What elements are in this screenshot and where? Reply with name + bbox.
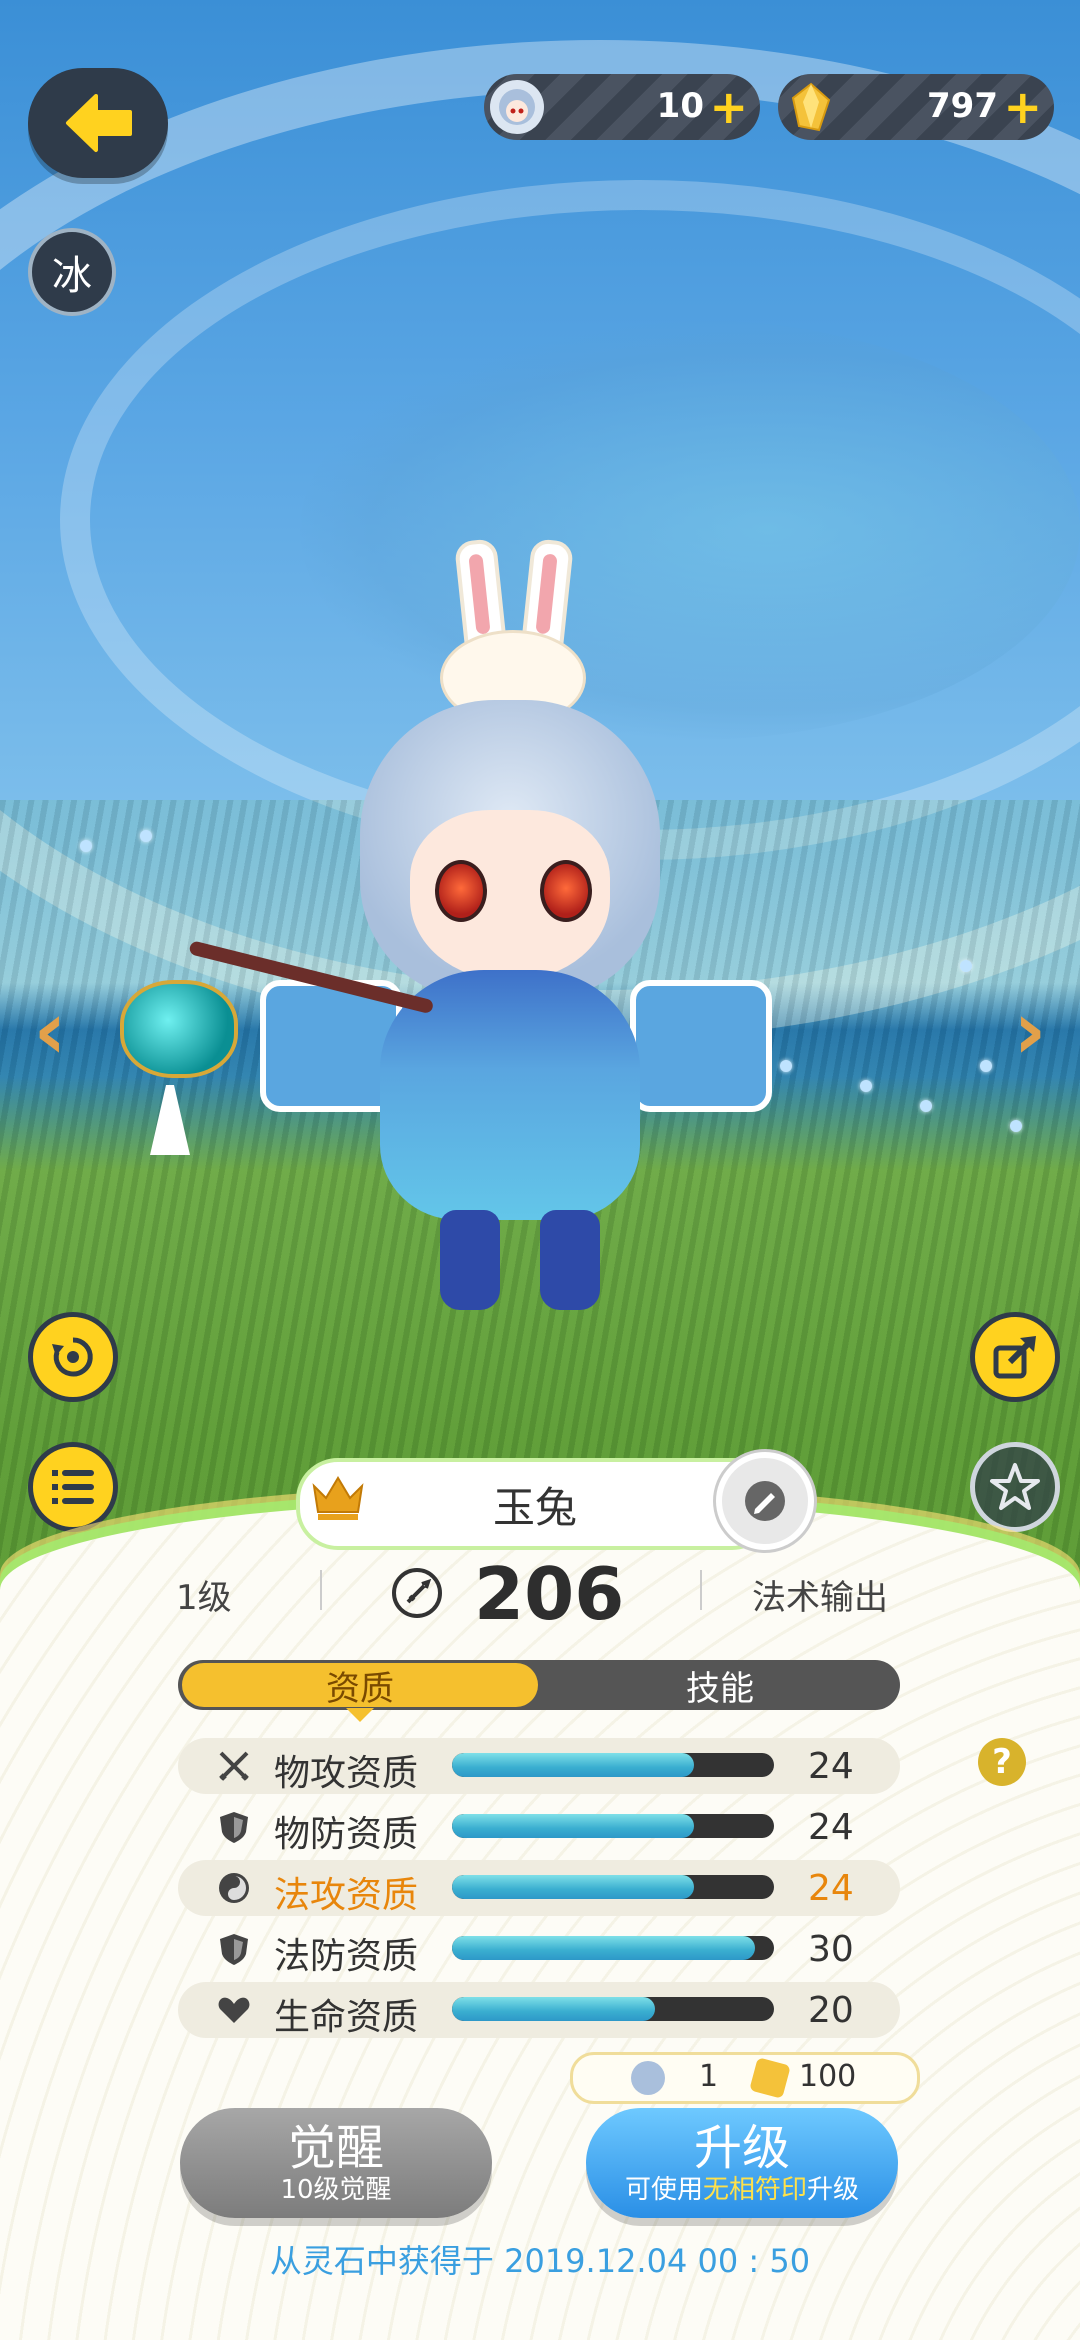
soul-currency: 10 + [484, 74, 760, 140]
aptitude-label: 生命资质 [274, 1997, 419, 2038]
combat-power-value: 206 [474, 1552, 625, 1636]
favorite-button[interactable] [970, 1442, 1060, 1532]
shield-icon [216, 1931, 252, 1967]
crystal-icon [749, 2057, 791, 2099]
aptitude-value: 24 [808, 1746, 854, 1787]
tab-skills[interactable]: 技能 [540, 1660, 900, 1710]
shield-icon [216, 1809, 252, 1845]
crystal-icon [784, 80, 838, 134]
pencil-icon [745, 1481, 785, 1521]
star-icon [990, 1463, 1040, 1510]
pet-stat-line: 1级 206 法术输出 [0, 1552, 1080, 1636]
aptitude-row: 物防资质 24 [178, 1799, 900, 1855]
awaken-button[interactable]: 觉醒 10级觉醒 [180, 2108, 492, 2218]
crossed-swords-icon [216, 1748, 252, 1784]
crown-icon [310, 1472, 370, 1528]
cost-crystal: 100 [799, 2059, 857, 2094]
aptitude-row: 法防资质 30 [178, 1921, 900, 1977]
combat-power-icon [392, 1568, 442, 1618]
aptitude-bar [452, 1997, 774, 2021]
upgrade-hint: 可使用无相符印升级 [625, 2175, 859, 2205]
pet-name: 玉兔 [492, 1482, 577, 1532]
rotate-view-button[interactable] [28, 1312, 118, 1402]
character-yutu[interactable] [120, 538, 780, 1320]
aptitude-bar [452, 1753, 774, 1777]
back-button[interactable] [28, 68, 168, 178]
heart-icon [216, 1992, 252, 2028]
aptitude-label: 物攻资质 [274, 1753, 419, 1794]
aptitude-bar [452, 1814, 774, 1838]
aptitude-bar-fill [452, 1875, 694, 1899]
element-ice-badge: 冰 [28, 228, 116, 316]
flower [860, 1080, 872, 1092]
aptitude-label: 物防资质 [274, 1814, 419, 1855]
divider [700, 1570, 702, 1610]
tab-aptitude[interactable]: 资质 [182, 1663, 538, 1709]
crystal-count: 797 [927, 86, 998, 126]
character-eye [435, 860, 487, 922]
share-button[interactable] [970, 1312, 1060, 1402]
flower [780, 1060, 792, 1072]
upgrade-label: 升级 [693, 2120, 790, 2176]
aptitude-bar-fill [452, 1936, 755, 1960]
acquired-source: 从灵石中获得于 2019.12.04 00 : 50 [269, 2242, 811, 2280]
aptitude-row: 物攻资质 24 [178, 1738, 900, 1794]
character-head-icon [631, 2061, 665, 2095]
character-head-icon [490, 80, 544, 134]
flower [980, 1060, 992, 1072]
character-boot [540, 1210, 600, 1310]
aptitude-bar-fill [452, 1753, 694, 1777]
flower [920, 1100, 932, 1112]
pet-role: 法术输出 [752, 1578, 888, 1618]
rotate-icon [52, 1337, 93, 1377]
upgrade-hint-suffix: 升级 [807, 2175, 860, 2205]
aptitude-value: 24 [808, 1807, 854, 1848]
character-boot [440, 1210, 500, 1310]
awaken-requirement: 10级觉醒 [280, 2175, 392, 2205]
flower [80, 840, 92, 852]
help-icon[interactable]: ? [978, 1738, 1026, 1786]
aptitude-bar-fill [452, 1997, 655, 2021]
flower [960, 960, 972, 972]
aptitude-bar [452, 1936, 774, 1960]
awaken-label: 觉醒 [287, 2120, 384, 2176]
upgrade-hint-prefix: 可使用 [624, 2175, 703, 2205]
add-crystal-button[interactable]: + [1003, 80, 1042, 134]
pet-level: 1级 [176, 1578, 232, 1618]
lantern [120, 980, 238, 1078]
character-eye [540, 860, 592, 922]
aptitude-value: 30 [808, 1929, 854, 1970]
aptitude-bar [452, 1875, 774, 1899]
cost-soul: 1 [699, 2059, 719, 2094]
aptitude-label: 法攻资质 [274, 1875, 419, 1916]
rename-button[interactable] [716, 1452, 814, 1550]
character-sleeve [630, 980, 772, 1112]
aptitude-bar-fill [452, 1814, 694, 1838]
aptitude-label: 法防资质 [274, 1936, 419, 1977]
list-menu-button[interactable] [28, 1442, 118, 1532]
flower [140, 830, 152, 842]
element-label: 冰 [52, 253, 92, 299]
info-tabs: 资质 技能 [178, 1660, 900, 1710]
tab-pointer [346, 1708, 374, 1722]
share-icon [993, 1336, 1036, 1379]
aptitude-value: 20 [808, 1990, 854, 2031]
upgrade-cost: 1 100 [570, 2052, 920, 2104]
aptitude-value: 24 [808, 1868, 854, 1909]
upgrade-button[interactable]: 升级 可使用无相符印升级 [586, 2108, 898, 2218]
crystal-currency: 797 + [778, 74, 1054, 140]
previous-pet-arrow-icon[interactable]: ‹ [20, 984, 80, 1077]
flower [1010, 1120, 1022, 1132]
list-icon [52, 1470, 94, 1504]
divider [320, 1570, 322, 1610]
back-arrow-icon [66, 94, 132, 152]
upgrade-hint-item: 无相符印 [702, 2175, 807, 2205]
next-pet-arrow-icon[interactable]: › [1000, 984, 1060, 1077]
soul-count: 10 [656, 86, 704, 126]
aptitude-row: 生命资质 20 [178, 1982, 900, 2038]
magic-orb-icon [216, 1870, 252, 1906]
add-soul-button[interactable]: + [709, 80, 748, 134]
aptitude-row: 法攻资质 24 [178, 1860, 900, 1916]
